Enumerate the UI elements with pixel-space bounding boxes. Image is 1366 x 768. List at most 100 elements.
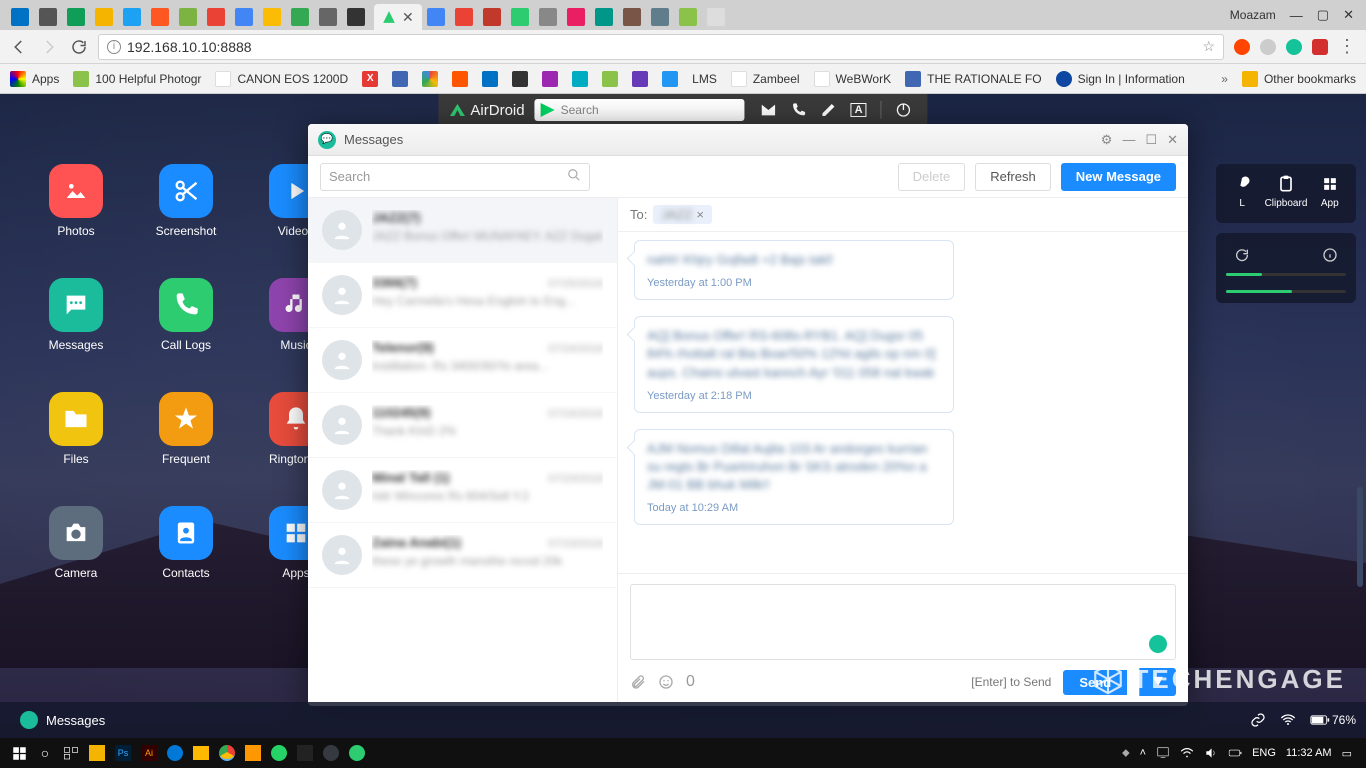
tab-favicon[interactable] bbox=[95, 8, 113, 26]
conversation-item[interactable]: Telenor(9)07/24/2018Instillation- Rs 340… bbox=[308, 328, 617, 393]
tray-battery-icon[interactable] bbox=[1228, 746, 1242, 760]
app-contacts[interactable]: Contacts bbox=[138, 506, 234, 580]
cortana-button[interactable]: ○ bbox=[32, 739, 58, 767]
tab-favicon[interactable] bbox=[707, 8, 725, 26]
tab-favicon[interactable] bbox=[291, 8, 309, 26]
tab-favicon[interactable] bbox=[455, 8, 473, 26]
other-bookmarks[interactable]: Other bookmarks bbox=[1242, 71, 1356, 87]
action-center-icon[interactable]: ▭ bbox=[1342, 747, 1352, 760]
reload-icon[interactable] bbox=[70, 38, 88, 56]
tab-favicon[interactable] bbox=[567, 8, 585, 26]
bookmark-item[interactable] bbox=[542, 71, 558, 87]
bookmark-item[interactable]: 100 Helpful Photogr bbox=[73, 71, 201, 87]
extension-icon[interactable] bbox=[1312, 39, 1328, 55]
wifi-icon[interactable] bbox=[1280, 712, 1296, 728]
conversation-item[interactable]: Minal Tall (1)07/23/2018Istir Wincorex R… bbox=[308, 458, 617, 523]
taskbar-app-discord[interactable] bbox=[318, 739, 344, 767]
extension-icon[interactable] bbox=[1286, 39, 1302, 55]
maximize-icon[interactable]: ▢ bbox=[1317, 7, 1329, 23]
tab-favicon[interactable] bbox=[595, 8, 613, 26]
bookmark-item[interactable]: Zambeel bbox=[731, 71, 800, 87]
tab-favicon[interactable] bbox=[483, 8, 501, 26]
clipboard-tool[interactable]: Clipboard bbox=[1265, 174, 1308, 209]
desktop-scrollbar[interactable] bbox=[1357, 487, 1363, 587]
start-button[interactable] bbox=[6, 739, 32, 767]
tab-favicon[interactable] bbox=[179, 8, 197, 26]
tab-favicon[interactable] bbox=[319, 8, 337, 26]
remove-recipient-icon[interactable]: × bbox=[696, 207, 704, 222]
tab-favicon[interactable] bbox=[511, 8, 529, 26]
bookmark-item[interactable] bbox=[422, 71, 438, 87]
apps-button[interactable]: Apps bbox=[10, 71, 59, 87]
edit-icon[interactable] bbox=[821, 102, 837, 118]
refresh-icon[interactable] bbox=[1234, 247, 1250, 263]
conversation-item[interactable]: 110245(9)07/24/2018Thank KInD 2% bbox=[308, 393, 617, 458]
phone-icon[interactable] bbox=[791, 102, 807, 118]
tab-favicon[interactable] bbox=[235, 8, 253, 26]
taskbar-app-sublime[interactable] bbox=[240, 739, 266, 767]
tab-favicon[interactable] bbox=[123, 8, 141, 26]
info-icon[interactable] bbox=[1322, 247, 1338, 263]
task-view-button[interactable] bbox=[58, 739, 84, 767]
app-calllogs[interactable]: Call Logs bbox=[138, 278, 234, 352]
app-tool[interactable]: App bbox=[1320, 174, 1340, 209]
conversation-list[interactable]: JAZZ(7)JAZZ Bonus Offer! MUNAFAEY. AZZ D… bbox=[308, 198, 618, 706]
language-indicator[interactable]: ENG bbox=[1252, 747, 1276, 759]
grammarly-icon[interactable] bbox=[1149, 635, 1167, 653]
taskbar-app-explorer[interactable] bbox=[84, 739, 110, 767]
tab-favicon[interactable] bbox=[39, 8, 57, 26]
airdroid-search[interactable]: Search bbox=[535, 99, 745, 121]
tab-favicon[interactable] bbox=[263, 8, 281, 26]
chrome-menu-icon[interactable]: ⋮ bbox=[1338, 36, 1356, 57]
app-screenshot[interactable]: Screenshot bbox=[138, 164, 234, 238]
taskbar-app-chrome[interactable] bbox=[214, 739, 240, 767]
clock[interactable]: 11:32 AM bbox=[1286, 747, 1332, 759]
back-icon[interactable] bbox=[10, 38, 28, 56]
chrome-profile[interactable]: Moazam bbox=[1230, 8, 1276, 22]
tab-favicon[interactable] bbox=[151, 8, 169, 26]
bookmark-item[interactable] bbox=[632, 71, 648, 87]
bookmark-overflow[interactable]: » bbox=[1221, 72, 1228, 86]
attachment-icon[interactable] bbox=[630, 674, 646, 690]
bookmark-item[interactable]: Sign In | Information bbox=[1056, 71, 1185, 87]
delete-button[interactable]: Delete bbox=[898, 163, 966, 191]
bookmark-item[interactable] bbox=[512, 71, 528, 87]
taskbar-app-folder[interactable] bbox=[188, 739, 214, 767]
active-tab[interactable]: ✕ bbox=[374, 4, 422, 30]
tab-favicon[interactable] bbox=[427, 8, 445, 26]
window-close-icon[interactable]: ✕ bbox=[1167, 132, 1178, 148]
minimize-icon[interactable]: — bbox=[1290, 8, 1303, 23]
app-frequent[interactable]: Frequent bbox=[138, 392, 234, 466]
tray-app-icon[interactable]: ⬥ bbox=[1122, 747, 1130, 760]
tab-close-icon[interactable]: ✕ bbox=[402, 9, 414, 26]
taskbar-app-whatsapp[interactable] bbox=[266, 739, 292, 767]
new-message-button[interactable]: New Message bbox=[1061, 163, 1176, 191]
messages-search[interactable]: Search bbox=[320, 163, 590, 191]
to-chip[interactable]: JAZZ × bbox=[653, 205, 712, 224]
app-camera[interactable]: Camera bbox=[28, 506, 124, 580]
taskbar-app-unity[interactable] bbox=[292, 739, 318, 767]
power-icon[interactable] bbox=[896, 102, 912, 118]
bookmark-item[interactable] bbox=[662, 71, 678, 87]
bookmark-item[interactable]: THE RATIONALE FO bbox=[905, 71, 1041, 87]
taskbar-app-edge[interactable] bbox=[162, 739, 188, 767]
text-tool-icon[interactable]: A bbox=[851, 103, 867, 117]
bookmark-item[interactable]: CANON EOS 1200D bbox=[215, 71, 348, 87]
tab-favicon[interactable] bbox=[679, 8, 697, 26]
window-minimize-icon[interactable]: — bbox=[1122, 132, 1135, 148]
tab-favicon[interactable] bbox=[623, 8, 641, 26]
extension-icon[interactable] bbox=[1234, 39, 1250, 55]
tray-wifi-icon[interactable] bbox=[1180, 746, 1194, 760]
app-messages[interactable]: Messages bbox=[28, 278, 124, 352]
site-info-icon[interactable]: i bbox=[107, 40, 121, 54]
conversation-item[interactable]: Zaina Anabi(1)07/23/2018these ye growth … bbox=[308, 523, 617, 588]
taskbar-app-ai[interactable]: Ai bbox=[136, 739, 162, 767]
compose-input[interactable] bbox=[630, 584, 1176, 660]
tab-favicon[interactable] bbox=[347, 8, 365, 26]
mail-icon[interactable] bbox=[761, 102, 777, 118]
tab-favicon[interactable] bbox=[651, 8, 669, 26]
url-tool[interactable]: L bbox=[1232, 174, 1252, 209]
refresh-button[interactable]: Refresh bbox=[975, 163, 1051, 191]
bookmark-item[interactable] bbox=[572, 71, 588, 87]
bookmark-item[interactable]: WeBWorK bbox=[814, 71, 892, 87]
